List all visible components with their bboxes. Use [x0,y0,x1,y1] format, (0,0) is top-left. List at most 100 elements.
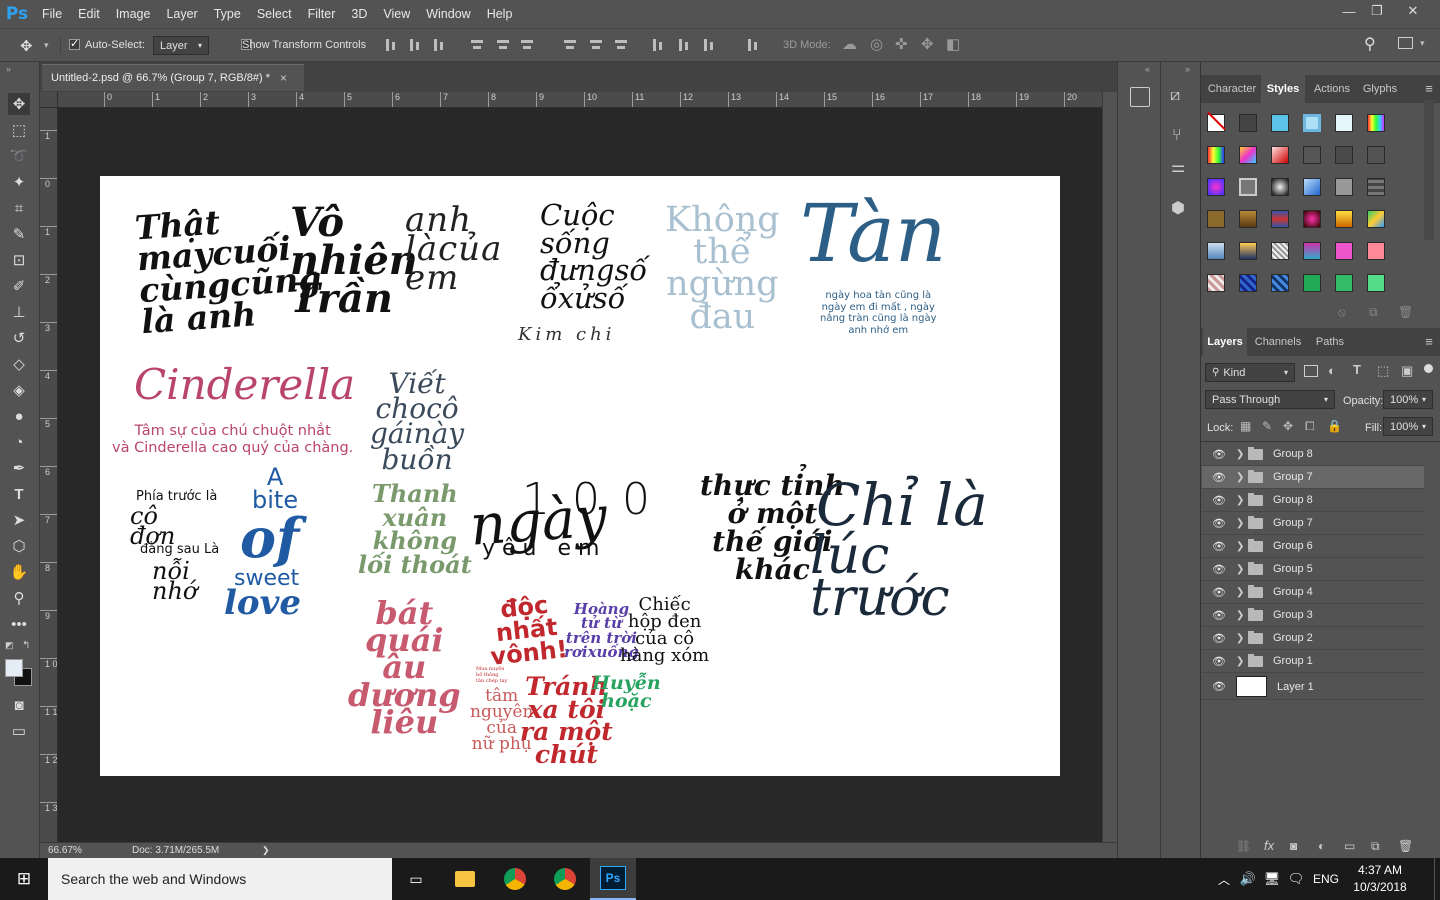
text-dang-sau[interactable]: đằng sau Là [140,543,219,556]
filter-adjustment-icon[interactable]: ◐ [1328,363,1336,378]
close-document-icon[interactable]: × [280,71,287,85]
visibility-eye-icon[interactable]: 👁 [1212,448,1226,461]
expand-chevron-icon[interactable]: ❯ [1236,449,1244,460]
show-hidden-icons-icon[interactable]: ︿ [1212,858,1236,900]
style-swatch[interactable] [1303,146,1321,164]
text-kim-chi[interactable]: Kim chi [518,326,615,344]
task-view-icon[interactable]: ▭ [396,858,436,900]
tab-layers[interactable]: Layers [1203,328,1247,356]
tab-actions[interactable]: Actions [1307,75,1357,103]
move-tool-icon[interactable]: ✥ [20,37,33,55]
3d-orbit-icon[interactable]: ☁ [842,35,857,53]
text-co-don[interactable]: cô đơn [130,504,175,548]
style-swatch[interactable] [1239,210,1257,228]
vertical-scrollbar[interactable] [1102,92,1117,842]
notification-icon[interactable]: 🗨 [1284,858,1308,900]
layer-row[interactable]: 👁 ❯ Group 8 [1202,443,1424,466]
distribute-left-icon[interactable] [651,38,665,52]
text-luc-truoc[interactable]: lúc trước [810,530,950,624]
panel-menu-icon[interactable]: ≡ [1419,75,1439,103]
expand-chevron-icon[interactable]: ❯ [1236,633,1244,644]
tab-paths[interactable]: Paths [1309,328,1351,356]
layer-filter-select[interactable]: ⚲ Kind ▾ [1205,363,1295,382]
opacity-input[interactable]: 100% ▾ [1383,390,1433,409]
auto-select-checkbox[interactable] [69,37,80,50]
text-love[interactable]: love [224,586,301,620]
style-swatch[interactable] [1303,178,1321,196]
style-swatch[interactable] [1207,274,1225,292]
clear-style-icon[interactable]: ⦸ [1338,305,1346,320]
eraser-tool-button[interactable]: ◇ [8,353,30,375]
close-button[interactable]: ✕ [1396,0,1430,22]
visibility-eye-icon[interactable]: 👁 [1212,586,1226,599]
align-right-icon[interactable] [520,38,534,52]
lock-transparency-icon[interactable]: ▦ [1240,419,1251,433]
quick-mask-icon[interactable]: ◙ [8,694,30,716]
3d-panel-icon[interactable]: ⬢ [1171,198,1185,218]
menu-window[interactable]: Window [418,0,478,28]
restore-button[interactable]: ❐ [1360,0,1394,22]
lock-artboard-icon[interactable]: ⧠ [1305,419,1315,434]
style-swatch[interactable] [1367,114,1385,132]
vertical-ruler[interactable]: 1 0 1 2 3 4 5 6 7 8 9 1 0 1 1 1 2 1 3 [40,108,58,842]
text-vo-nhien[interactable]: Vô nhiên Trần [290,203,418,319]
text-cuoc-song[interactable]: Cuộc sống đưngsố ổxửsố [540,200,647,312]
text-tan[interactable]: Tàn [800,194,946,274]
auto-select-target-select[interactable]: Layer ▾ [153,36,209,55]
menu-3d[interactable]: 3D [343,0,375,28]
blur-tool-button[interactable]: ● [8,405,30,427]
show-desktop-button[interactable] [1434,858,1440,900]
menu-file[interactable]: File [34,0,70,28]
layer-row[interactable]: 👁 ❯ Group 1 [1202,650,1424,673]
distribute-bottom-icon[interactable] [614,38,628,52]
language-indicator[interactable]: ENG [1308,858,1344,900]
visibility-eye-icon[interactable]: 👁 [1212,632,1226,645]
style-swatch[interactable] [1207,146,1225,164]
expand-chevron-icon[interactable]: ❯ [1236,495,1244,506]
text-huyen-hoac[interactable]: Huyễn hoặc [592,673,661,710]
photoshop-taskbar-button[interactable]: Ps [590,858,636,900]
text-of[interactable]: of [240,511,299,565]
filter-shape-icon[interactable]: ⬚ [1377,363,1389,379]
visibility-eye-icon[interactable]: 👁 [1212,471,1226,484]
style-swatch[interactable] [1367,178,1385,196]
style-swatch[interactable] [1271,242,1289,260]
new-style-icon[interactable]: ⧉ [1369,305,1378,320]
visibility-eye-icon[interactable]: 👁 [1212,609,1226,622]
filter-toggle-icon[interactable] [1424,364,1433,373]
lock-all-icon[interactable]: 🔒 [1327,419,1342,433]
menu-filter[interactable]: Filter [300,0,344,28]
expand-chevron-icon[interactable]: ❯ [1236,564,1244,575]
3d-roll-icon[interactable]: ◎ [870,35,883,53]
brush-settings-icon[interactable]: ⑂ [1172,127,1182,145]
style-swatch[interactable] [1367,210,1385,228]
align-bottom-icon[interactable] [432,38,446,52]
chrome-icon[interactable] [494,858,536,900]
style-swatch[interactable] [1335,210,1353,228]
text-tan-subtitle[interactable]: ngày hoa tàn cũng là ngày em đi mất , ng… [820,290,937,336]
visibility-eye-icon[interactable]: 👁 [1212,563,1226,576]
style-swatch[interactable] [1271,146,1289,164]
align-top-icon[interactable] [384,38,398,52]
more-tools-button[interactable]: ••• [8,613,30,635]
text-noi-nho[interactable]: nỗi nhớ [152,559,197,603]
ruler-origin[interactable] [40,92,58,108]
hand-tool-button[interactable]: ✋ [8,561,30,583]
new-adjustment-icon[interactable]: ◐ [1318,839,1325,853]
layer-row[interactable]: 👁 ❯ Group 7 [1202,466,1424,489]
layer-row[interactable]: 👁 ❯ Group 8 [1202,489,1424,512]
3d-slide-icon[interactable]: ✥ [921,35,934,53]
distribute-hcenter-icon[interactable] [677,38,691,52]
3d-scale-icon[interactable]: ◧ [946,35,960,53]
align-hcenter-icon[interactable] [496,38,510,52]
tool-preset-chevron-icon[interactable]: ▾ [44,40,49,51]
lock-position-icon[interactable]: ✥ [1283,419,1293,433]
tab-channels[interactable]: Channels [1251,328,1305,356]
tab-glyphs[interactable]: Glyphs [1357,75,1403,103]
lasso-tool-button[interactable]: ➰ [8,145,30,167]
layer-row[interactable]: 👁 ❯ Group 7 [1202,512,1424,535]
tab-character[interactable]: Character [1203,75,1261,103]
start-button[interactable]: ⊞ [0,858,48,900]
style-swatch[interactable] [1335,114,1353,132]
layer-row[interactable]: 👁 ❯ Group 4 [1202,581,1424,604]
